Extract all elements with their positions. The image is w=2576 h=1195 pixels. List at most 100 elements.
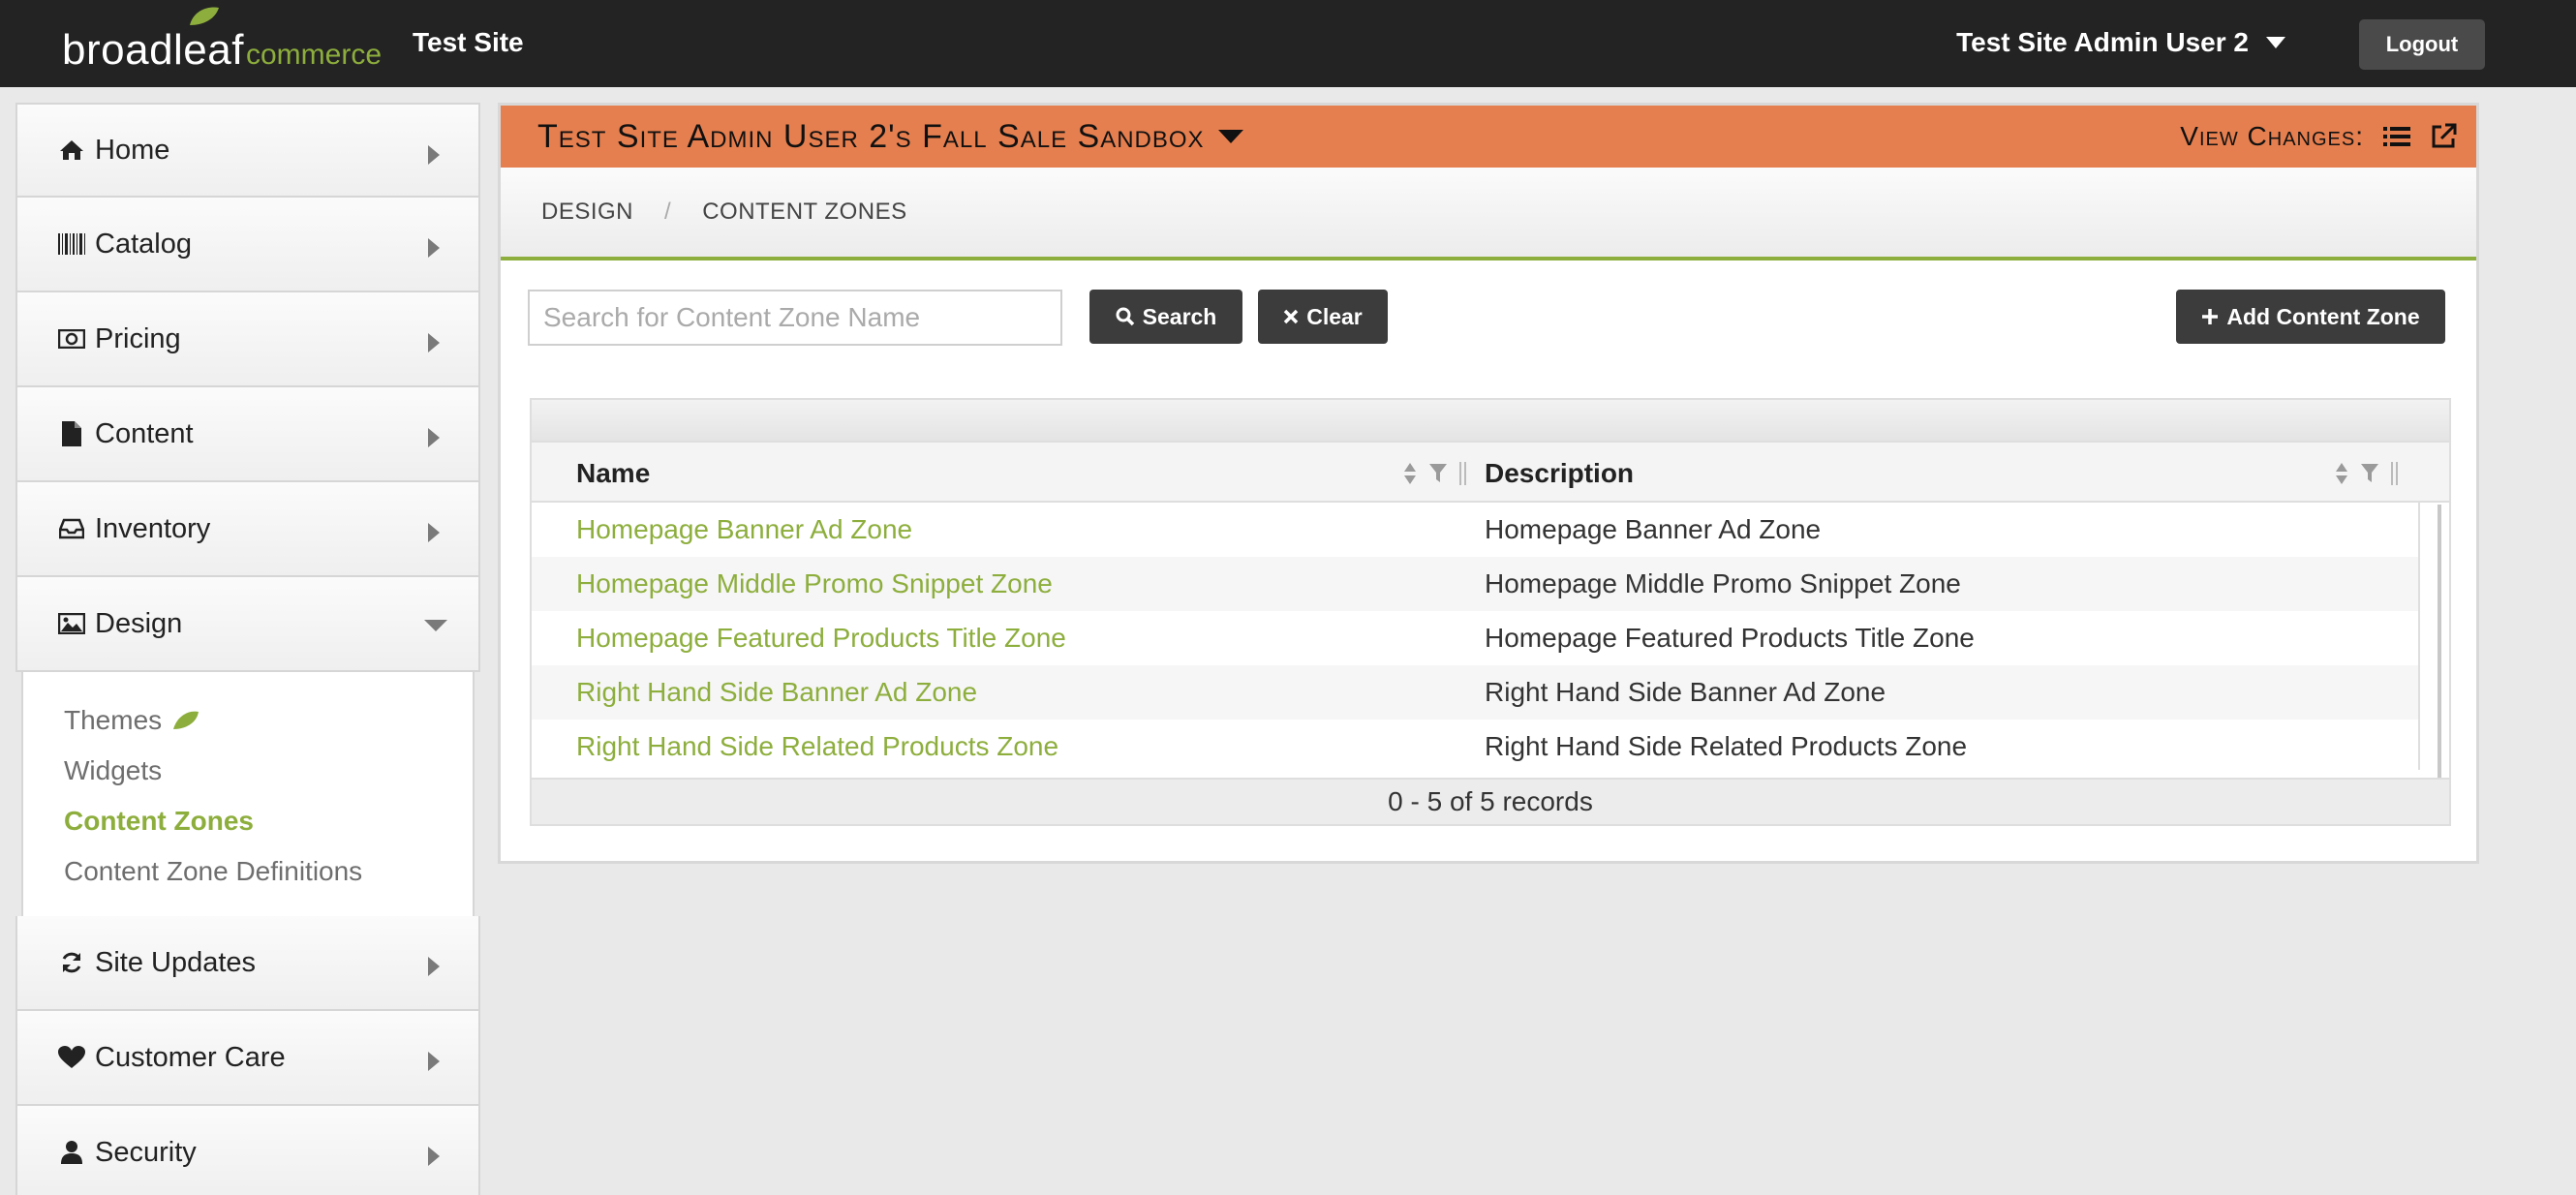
close-icon <box>1283 309 1299 324</box>
table-row[interactable]: Right Hand Side Related Products Zone Ri… <box>532 720 2418 774</box>
main-panel: Test Site Admin User 2's Fall Sale Sandb… <box>498 103 2479 864</box>
subnav-item-label: Content Zone Definitions <box>64 856 363 886</box>
search-input[interactable] <box>528 290 1062 346</box>
search-button[interactable]: Search <box>1089 290 1242 344</box>
chevron-right-icon <box>428 523 440 542</box>
logo[interactable]: broadleaf commerce <box>62 7 383 74</box>
design-subnav: Themes Widgets Content Zones Content Zon… <box>21 672 475 916</box>
filter-icon[interactable] <box>2360 463 2379 484</box>
chevron-right-icon <box>428 145 440 165</box>
clear-button[interactable]: Clear <box>1258 290 1388 344</box>
inbox-icon <box>58 515 85 542</box>
subnav-item-content-zones[interactable]: Content Zones <box>64 796 473 846</box>
subnav-item-label: Themes <box>64 705 163 735</box>
home-icon <box>58 137 85 164</box>
name-column-controls <box>1403 462 1467 485</box>
breadcrumb-item-design[interactable]: Design <box>541 199 633 226</box>
chevron-right-icon <box>428 957 440 976</box>
sidebar-item-design[interactable]: Design <box>15 577 480 672</box>
table-row[interactable]: Right Hand Side Banner Ad Zone Right Han… <box>532 665 2418 720</box>
sort-icon[interactable] <box>1403 462 1417 485</box>
sidebar-item-catalog[interactable]: Catalog <box>15 198 480 292</box>
grid-toolbar <box>532 400 2449 443</box>
view-changes-label: View Changes: <box>2180 121 2364 151</box>
cell-description: Homepage Middle Promo Snippet Zone <box>1485 568 1961 598</box>
logo-main-text: broadleaf <box>62 26 244 74</box>
cell-name[interactable]: Homepage Banner Ad Zone <box>576 514 912 545</box>
chevron-right-icon <box>428 333 440 352</box>
sidebar: Home Catalog Pricing Content Inventory D <box>15 103 480 1195</box>
sidebar-item-security[interactable]: Security <box>15 1106 480 1195</box>
sidebar-item-pricing[interactable]: Pricing <box>15 292 480 387</box>
cell-description: Homepage Banner Ad Zone <box>1485 514 1822 544</box>
refresh-icon <box>58 949 85 976</box>
grid-footer: 0 - 5 of 5 records <box>532 778 2449 824</box>
chevron-down-icon <box>2266 37 2285 48</box>
file-icon <box>58 420 85 447</box>
picture-icon <box>58 610 85 637</box>
view-changes: View Changes: <box>2180 121 2457 152</box>
subnav-item-themes[interactable]: Themes <box>64 695 473 746</box>
chevron-right-icon <box>428 1147 440 1166</box>
chevron-down-icon <box>424 620 447 631</box>
logo-sub-text: commerce <box>245 39 383 71</box>
cell-name[interactable]: Homepage Middle Promo Snippet Zone <box>576 568 1053 599</box>
subnav-item-content-zone-definitions[interactable]: Content Zone Definitions <box>64 846 473 897</box>
chevron-right-icon <box>428 238 440 258</box>
grid-scrollbar[interactable] <box>2438 505 2441 778</box>
sidebar-item-label: Security <box>95 1136 197 1168</box>
barcode-icon <box>58 230 85 258</box>
chevron-down-icon[interactable] <box>1217 130 1243 143</box>
chevron-right-icon <box>428 1052 440 1071</box>
cell-name[interactable]: Right Hand Side Banner Ad Zone <box>576 677 977 708</box>
sandbox-bar: Test Site Admin User 2's Fall Sale Sandb… <box>501 106 2476 168</box>
column-header-description[interactable]: Description <box>1485 458 1634 489</box>
cell-description: Right Hand Side Related Products Zone <box>1485 731 1968 761</box>
filter-icon[interactable] <box>1428 463 1448 484</box>
sidebar-item-inventory[interactable]: Inventory <box>15 482 480 577</box>
cell-name[interactable]: Homepage Featured Products Title Zone <box>576 623 1066 654</box>
external-link-icon[interactable] <box>2430 123 2457 150</box>
breadcrumb: Design / Content Zones <box>501 168 2476 260</box>
list-icon[interactable] <box>2383 125 2410 148</box>
subnav-item-widgets[interactable]: Widgets <box>64 746 473 796</box>
table-row[interactable]: Homepage Middle Promo Snippet Zone Homep… <box>532 557 2418 611</box>
clear-button-label: Clear <box>1306 303 1363 329</box>
user-icon <box>58 1139 85 1166</box>
sidebar-item-label: Content <box>95 417 194 449</box>
content-zones-grid: Name Description Homepage Banner Ad Zone… <box>530 398 2451 826</box>
sidebar-item-customer-care[interactable]: Customer Care <box>15 1011 480 1106</box>
cell-name[interactable]: Right Hand Side Related Products Zone <box>576 731 1058 762</box>
description-column-controls <box>2335 462 2399 485</box>
column-header-name[interactable]: Name <box>576 458 650 489</box>
site-name[interactable]: Test Site <box>413 27 524 58</box>
cell-description: Homepage Featured Products Title Zone <box>1485 623 1975 653</box>
cell-description: Right Hand Side Banner Ad Zone <box>1485 677 1886 707</box>
admin-user-menu[interactable]: Test Site Admin User 2 <box>1956 27 2285 58</box>
subnav-item-label: Widgets <box>64 755 163 785</box>
leaf-icon <box>173 711 199 729</box>
grid-header: Name Description <box>532 443 2449 503</box>
sidebar-item-label: Pricing <box>95 322 181 354</box>
logout-button[interactable]: Logout <box>2359 19 2485 70</box>
breadcrumb-separator: / <box>664 199 672 225</box>
sidebar-item-site-updates[interactable]: Site Updates <box>15 916 480 1011</box>
table-row[interactable]: Homepage Banner Ad Zone Homepage Banner … <box>532 503 2418 557</box>
column-resize-handle-icon[interactable] <box>2391 462 2399 485</box>
column-resize-handle-icon[interactable] <box>1459 462 1467 485</box>
sidebar-item-label: Catalog <box>95 228 192 260</box>
sandbox-title[interactable]: Test Site Admin User 2's Fall Sale Sandb… <box>537 118 1205 156</box>
toolbar: Search Clear Add Content Zone <box>501 260 2476 367</box>
add-content-zone-button[interactable]: Add Content Zone <box>2176 290 2445 344</box>
sidebar-item-label: Inventory <box>95 512 211 544</box>
top-bar: broadleaf commerce Test Site Test Site A… <box>0 0 2576 87</box>
sort-icon[interactable] <box>2335 462 2348 485</box>
logo-leaf-icon <box>190 7 219 25</box>
plus-icon <box>2202 309 2219 324</box>
search-icon <box>1116 307 1134 326</box>
add-button-label: Add Content Zone <box>2226 303 2420 329</box>
table-row[interactable]: Homepage Featured Products Title Zone Ho… <box>532 611 2418 665</box>
money-icon <box>58 325 85 352</box>
sidebar-item-home[interactable]: Home <box>15 103 480 198</box>
sidebar-item-content[interactable]: Content <box>15 387 480 482</box>
